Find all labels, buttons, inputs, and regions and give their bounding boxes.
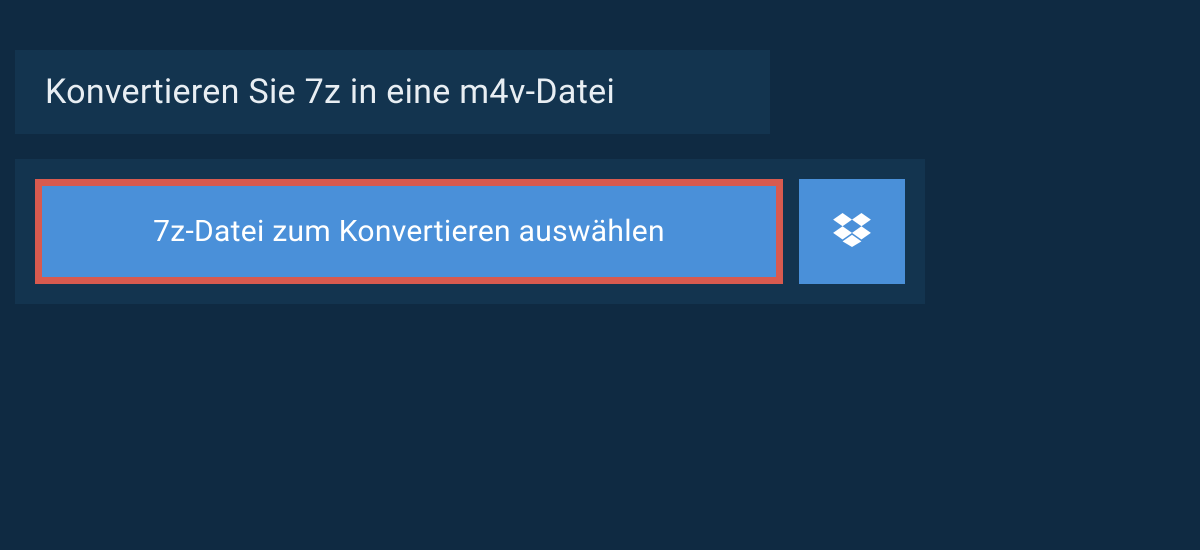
header-bar: Konvertieren Sie 7z in eine m4v-Datei: [15, 50, 770, 134]
action-panel: 7z-Datei zum Konvertieren auswählen: [15, 159, 925, 304]
select-file-label: 7z-Datei zum Konvertieren auswählen: [153, 214, 665, 249]
dropbox-icon: [833, 213, 871, 251]
page-title: Konvertieren Sie 7z in eine m4v-Datei: [45, 72, 740, 112]
select-file-button[interactable]: 7z-Datei zum Konvertieren auswählen: [35, 179, 783, 284]
dropbox-button[interactable]: [799, 179, 905, 284]
